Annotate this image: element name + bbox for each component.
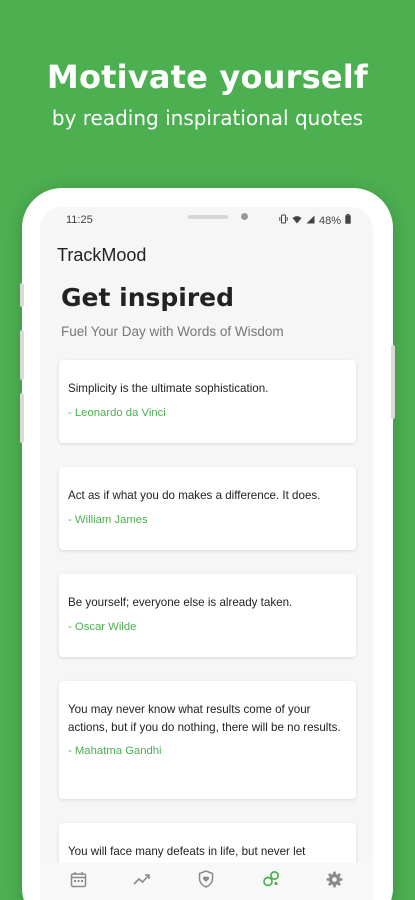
page-title: Get inspired [61, 283, 235, 312]
promo-title: Motivate yourself [46, 58, 369, 96]
speaker-grille [188, 215, 228, 219]
app-screen: 11:25 48% TrackMood Get inspired Fuel Yo… [40, 207, 373, 900]
promo-subtitle: by reading inspirational quotes [51, 106, 364, 130]
phone-side-button [20, 283, 24, 307]
quote-card[interactable]: Simplicity is the ultimate sophisticatio… [59, 360, 356, 443]
quote-text: Act as if what you do makes a difference… [68, 489, 321, 502]
status-time: 11:25 [66, 214, 93, 226]
quote-card[interactable]: You may never know what results come of … [59, 681, 356, 799]
quote-text: You will face many defeats in life, but … [68, 845, 306, 858]
quote-card[interactable]: Act as if what you do makes a difference… [59, 467, 356, 550]
camera-icon [241, 213, 248, 220]
status-bar: 11:25 48% [40, 207, 373, 235]
trend-icon [133, 872, 151, 891]
nav-calendar[interactable] [64, 868, 92, 896]
quote-text: Simplicity is the ultimate sophisticatio… [68, 382, 269, 395]
quote-list[interactable]: Simplicity is the ultimate sophisticatio… [59, 360, 356, 900]
calendar-icon [70, 871, 87, 893]
gear-icon [326, 871, 343, 893]
vibrate-icon [279, 214, 288, 227]
phone-side-button [20, 330, 24, 380]
quote-author: - Leonardo da Vinci [68, 406, 166, 419]
bottom-navigation [40, 863, 373, 900]
quote-author: - Mahatma Gandhi [68, 745, 162, 757]
quote-text: Be yourself; everyone else is already ta… [68, 596, 293, 609]
page-subtitle: Fuel Your Day with Words of Wisdom [61, 324, 284, 339]
nav-statistics[interactable] [128, 868, 156, 896]
nav-inspiration[interactable] [257, 868, 285, 896]
battery-icon [345, 214, 351, 227]
quote-author: - William James [68, 513, 148, 526]
app-title: TrackMood [57, 245, 147, 265]
quote-author: - Oscar Wilde [68, 620, 137, 633]
battery-percent: 48% [318, 214, 341, 227]
status-indicators: 48% [279, 214, 351, 227]
quote-card[interactable]: Be yourself; everyone else is already ta… [59, 574, 356, 657]
wifi-icon [292, 215, 302, 227]
phone-side-button [20, 393, 24, 443]
quotes-icon [262, 870, 280, 893]
phone-side-button [391, 345, 395, 419]
signal-icon [306, 215, 315, 227]
quote-text: You may never know what results come of … [68, 703, 341, 734]
shield-heart-icon [198, 870, 214, 893]
nav-settings[interactable] [321, 868, 349, 896]
nav-wellbeing[interactable] [192, 868, 220, 896]
